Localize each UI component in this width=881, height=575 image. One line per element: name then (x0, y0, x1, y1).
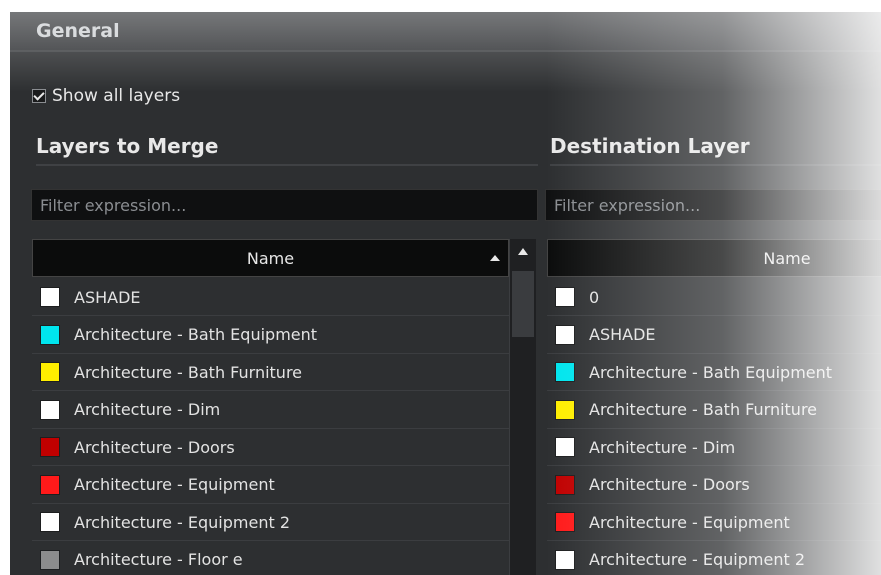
layer-name: Architecture - Bath Furniture (74, 362, 303, 382)
layer-color-swatch (555, 362, 575, 382)
layer-color-swatch (40, 362, 60, 382)
layer-name: Architecture - Dim (74, 400, 221, 419)
layer-color-swatch (40, 512, 60, 532)
layer-name: ASHADE (589, 325, 656, 344)
left-name-header-label: Name (246, 249, 295, 268)
layer-name: Architecture - Doors (74, 437, 235, 457)
left-layer-row[interactable]: Architecture - Floor e (32, 541, 509, 575)
scroll-thumb[interactable] (512, 271, 534, 337)
layer-name: Architecture - Bath Equipment (74, 325, 318, 344)
show-all-label: Show all layers (52, 86, 181, 106)
left-name-column-header[interactable]: Name (32, 239, 509, 277)
layer-color-swatch (40, 324, 60, 345)
right-layer-row[interactable]: ASHADE (547, 316, 881, 354)
sort-ascending-icon (490, 255, 500, 261)
layer-color-swatch (555, 549, 575, 570)
layer-color-swatch (555, 437, 575, 457)
layer-color-swatch (40, 287, 60, 307)
layer-name: Architecture - Floor e (74, 550, 243, 569)
left-layer-row[interactable]: Architecture - Equipment (32, 466, 509, 504)
show-all-layers-toggle[interactable]: Show all layers (32, 86, 180, 106)
left-layer-row[interactable]: Architecture - Dim (32, 391, 509, 429)
right-layer-row[interactable]: 0 (547, 279, 881, 316)
layer-name: Architecture - Equipment (74, 475, 275, 494)
layer-name: Architecture - Bath Equipment (589, 362, 833, 382)
layer-name: Architecture - Equipment 2 (74, 512, 291, 532)
layer-color-swatch (555, 324, 575, 345)
right-filter-input[interactable] (545, 189, 881, 221)
right-layer-row[interactable]: Architecture - Dim (547, 429, 881, 466)
layer-name: Architecture - Equipment 2 (589, 550, 806, 569)
layer-color-swatch (555, 512, 575, 532)
layer-name: Architecture - Equipment (589, 512, 790, 532)
layer-color-swatch (555, 474, 575, 495)
right-name-header-label: Name (763, 249, 811, 268)
right-layer-row[interactable]: Architecture - Bath Furniture (547, 391, 881, 429)
right-layer-row[interactable]: Architecture - Doors (547, 466, 881, 504)
scroll-up-arrow-icon[interactable] (518, 248, 528, 255)
left-layer-row[interactable]: ASHADE (32, 279, 509, 316)
layer-color-swatch (555, 287, 575, 307)
right-name-column-header[interactable]: Name (547, 239, 881, 277)
left-filter-input[interactable] (31, 189, 538, 221)
layers-to-merge-title: Layers to Merge (36, 134, 538, 166)
section-title: General (36, 20, 120, 42)
destination-layer-title: Destination Layer (550, 134, 881, 166)
left-layer-row[interactable]: Architecture - Doors (32, 429, 509, 466)
layer-name: Architecture - Dim (589, 437, 736, 457)
right-layer-row[interactable]: Architecture - Equipment (547, 504, 881, 541)
layer-color-swatch (555, 399, 575, 420)
layer-color-swatch (40, 437, 60, 457)
layer-color-swatch (40, 549, 60, 570)
left-layer-row[interactable]: Architecture - Bath Furniture (32, 354, 509, 391)
right-layer-row[interactable]: Architecture - Equipment 2 (547, 541, 881, 575)
layer-color-swatch (40, 474, 60, 495)
left-layer-row[interactable]: Architecture - Equipment 2 (32, 504, 509, 541)
layer-name: 0 (589, 287, 600, 307)
right-layer-row[interactable]: Architecture - Bath Equipment (547, 354, 881, 391)
general-section-header[interactable]: General (10, 12, 881, 52)
layer-name: Architecture - Bath Furniture (589, 400, 818, 419)
layer-color-swatch (40, 399, 60, 420)
layer-name: Architecture - Doors (589, 475, 750, 494)
left-layer-row[interactable]: Architecture - Bath Equipment (32, 316, 509, 354)
left-list-scrollbar[interactable] (509, 239, 536, 575)
show-all-checkbox[interactable] (32, 89, 46, 103)
layer-name: ASHADE (74, 287, 141, 307)
merge-layers-panel: General Show all layers Layers to Merge … (10, 12, 881, 575)
